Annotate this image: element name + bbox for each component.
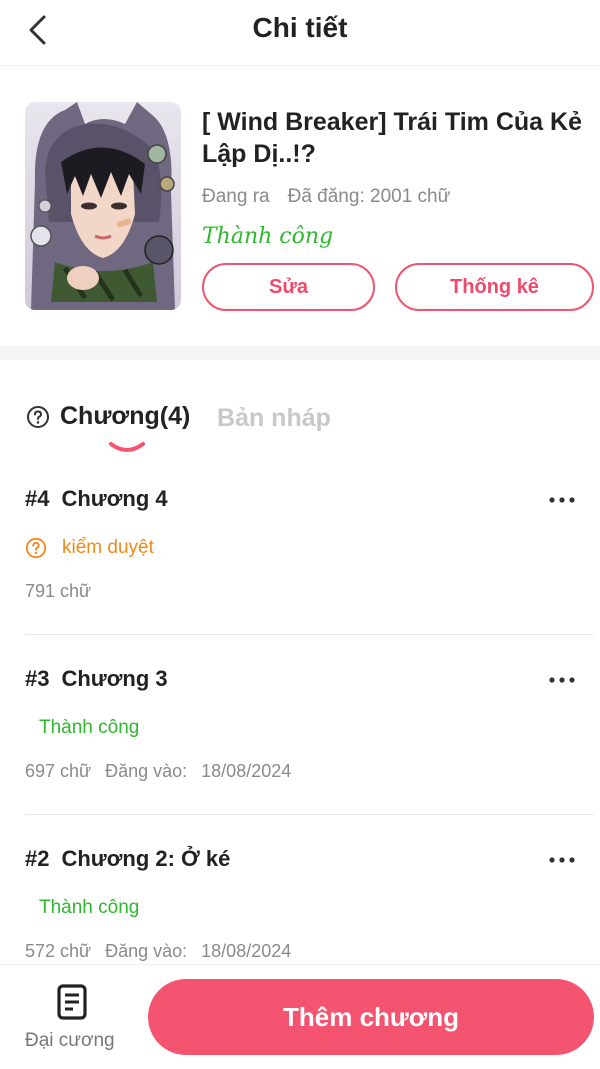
- chapter-word-count: 572 chữ: [25, 941, 92, 961]
- published-label: Đăng vào:: [105, 761, 188, 781]
- statistics-button[interactable]: Thống kê: [395, 263, 594, 311]
- chapter-word-count: 791 chữ: [25, 581, 92, 601]
- chapter-number: #2: [25, 846, 50, 871]
- divider: [25, 634, 594, 635]
- story-cover-image[interactable]: [25, 102, 181, 310]
- more-options-button[interactable]: [540, 848, 584, 872]
- document-list-icon: [57, 984, 87, 1020]
- story-info: [ Wind Breaker] Trái Tim Của Kẻ Lập Dị..…: [0, 66, 600, 346]
- published-date: 18/08/2024: [201, 761, 292, 781]
- chapter-name: Chương 3: [61, 666, 168, 691]
- chapter-word-count: 697 chữ: [25, 761, 92, 781]
- outline-button-label[interactable]: Đại cương: [25, 1030, 115, 1052]
- tab-chapters[interactable]: Chương(4): [26, 402, 190, 431]
- chapter-title: #3 Chương 3: [25, 666, 168, 692]
- chapter-name: Chương 4: [61, 486, 168, 511]
- published-date: 18/08/2024: [201, 941, 292, 961]
- add-chapter-button[interactable]: Thêm chương: [148, 979, 594, 1055]
- top-bar: Chi tiết: [0, 0, 600, 66]
- edit-button[interactable]: Sửa: [202, 263, 375, 311]
- chapter-status: Thành công: [39, 897, 140, 918]
- chapter-item[interactable]: #4 Chương 4 kiểm duyệt 791 chữ: [0, 486, 600, 666]
- publish-state: Đang ra: [202, 186, 270, 207]
- chapter-info: 572 chữ Đăng vào: 18/08/2024: [25, 941, 291, 962]
- help-circle-icon: [25, 537, 47, 559]
- help-circle-icon[interactable]: [26, 405, 50, 429]
- tab-drafts[interactable]: Bản nháp: [217, 404, 331, 433]
- more-horizontal-icon: [549, 857, 575, 863]
- chapter-status-label: kiểm duyệt: [62, 537, 154, 558]
- more-horizontal-icon: [549, 677, 575, 683]
- story-meta: Đang ra Đã đăng: 2001 chữ: [202, 186, 450, 208]
- chapter-tabs: Chương(4) Bản nháp: [0, 360, 600, 460]
- story-status-badge: Thành công: [202, 224, 334, 249]
- chapter-name: Chương 2: Ở ké: [61, 846, 231, 871]
- more-horizontal-icon: [549, 497, 575, 503]
- divider: [25, 814, 594, 815]
- section-divider: [0, 346, 600, 360]
- posted-word-count: Đã đăng: 2001 chữ: [287, 186, 451, 207]
- chapter-title: #4 Chương 4: [25, 486, 168, 512]
- more-options-button[interactable]: [540, 668, 584, 692]
- chapter-status: Thành công: [39, 717, 140, 738]
- page-title: Chi tiết: [252, 12, 348, 43]
- chapter-number: #4: [25, 486, 50, 511]
- more-options-button[interactable]: [540, 488, 584, 512]
- published-label: Đăng vào:: [105, 941, 188, 961]
- chapter-status: kiểm duyệt: [25, 537, 154, 559]
- chapter-number: #3: [25, 666, 50, 691]
- chapter-title: #2 Chương 2: Ở ké: [25, 846, 230, 872]
- chapter-item[interactable]: #3 Chương 3 Thành công 697 chữ Đăng vào: 18…: [0, 666, 600, 846]
- active-tab-indicator: [109, 442, 145, 452]
- tab-chapters-label: Chương(4): [60, 402, 191, 430]
- chapter-info: 697 chữ Đăng vào: 18/08/2024: [25, 761, 291, 782]
- story-title: [ Wind Breaker] Trái Tim Của Kẻ Lập Dị..…: [202, 108, 582, 168]
- chapter-info: 791 chữ: [25, 581, 91, 602]
